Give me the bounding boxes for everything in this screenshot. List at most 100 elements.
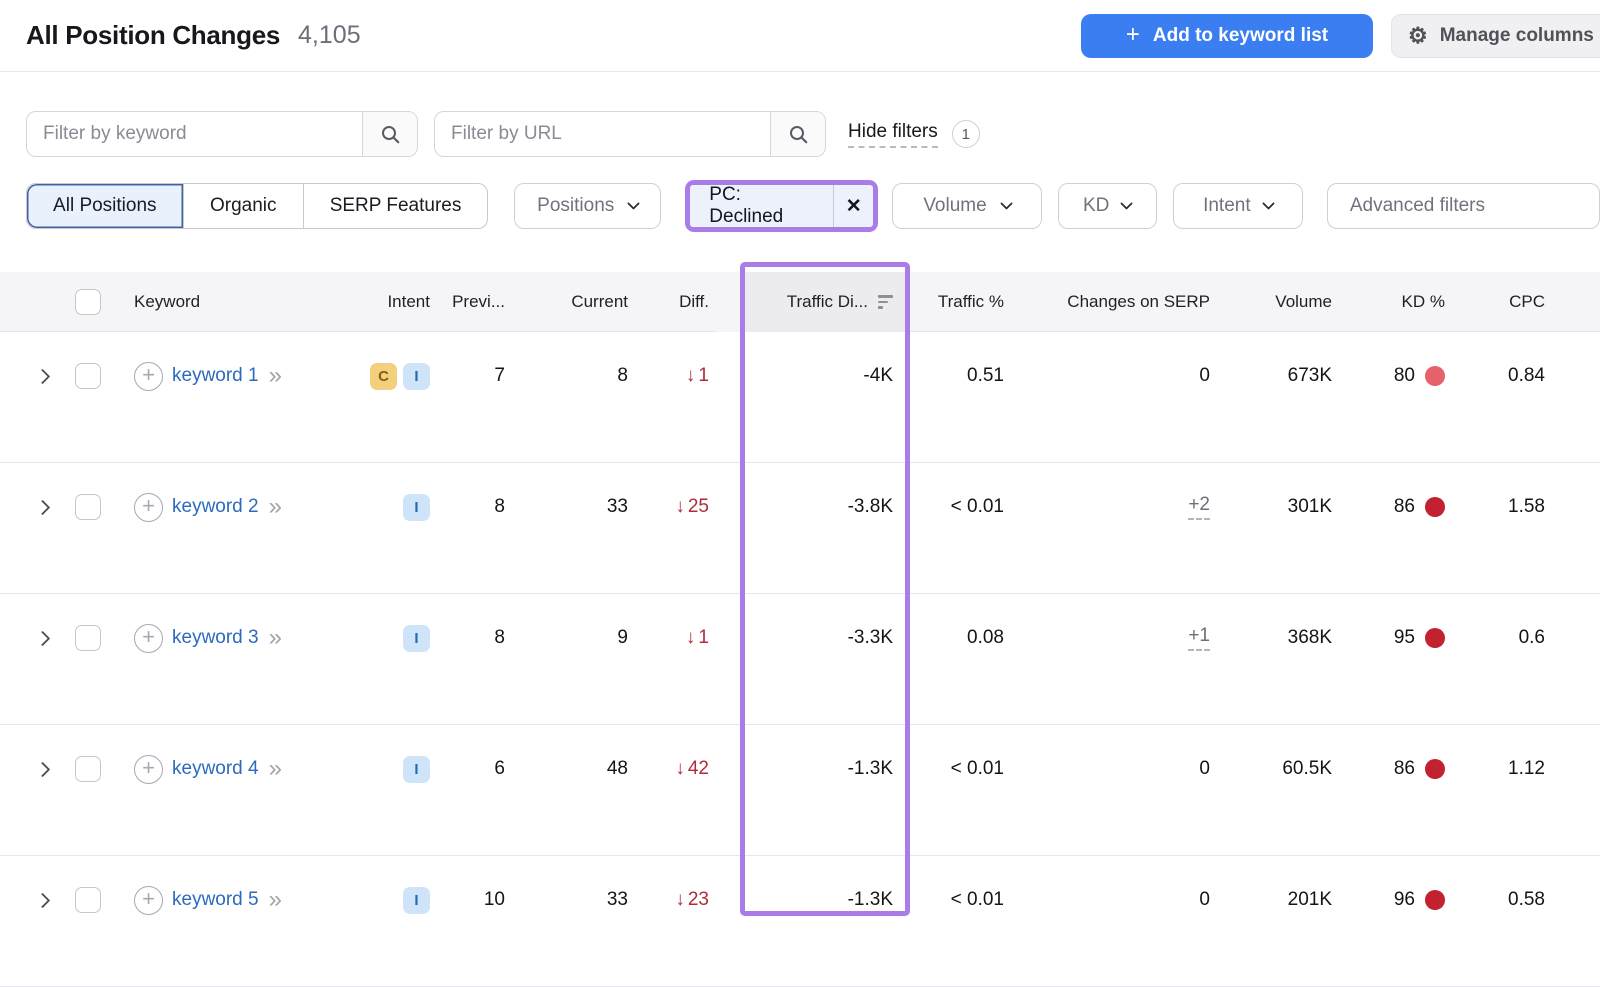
kd-difficulty-dot bbox=[1425, 366, 1445, 386]
traffic-diff-value: -3.8K bbox=[848, 496, 893, 518]
keyword-filter-input[interactable] bbox=[27, 112, 362, 156]
keyword-search-button[interactable] bbox=[362, 112, 417, 156]
top-bar: All Position Changes 4,105 + Add to keyw… bbox=[0, 0, 1600, 72]
add-to-keyword-list-button[interactable]: + Add to keyword list bbox=[1081, 14, 1373, 58]
advanced-filters-label: Advanced filters bbox=[1350, 195, 1485, 217]
add-keyword-icon[interactable]: + bbox=[134, 624, 163, 653]
url-filter-input[interactable] bbox=[435, 112, 770, 156]
current-position: 33 bbox=[607, 496, 628, 518]
open-serp-icon[interactable]: » bbox=[269, 757, 282, 781]
row-checkbox[interactable] bbox=[75, 363, 101, 389]
keyword-link[interactable]: keyword 3 bbox=[172, 627, 259, 649]
column-header-traffic-pct[interactable]: Traffic % bbox=[910, 272, 1010, 332]
table-row: + keyword 5 » I 10 33 ↓23 -1.3K < 0.01 0… bbox=[0, 856, 1600, 987]
open-serp-icon[interactable]: » bbox=[269, 364, 282, 388]
kd-difficulty-dot bbox=[1425, 890, 1445, 910]
column-header-current[interactable]: Current bbox=[510, 272, 640, 332]
position-diff: 1 bbox=[698, 627, 709, 649]
position-diff: 42 bbox=[688, 758, 709, 780]
volume-value: 368K bbox=[1288, 627, 1332, 649]
url-search-button[interactable] bbox=[770, 112, 825, 156]
expand-row-icon[interactable] bbox=[34, 761, 50, 777]
keyword-link[interactable]: keyword 1 bbox=[172, 365, 259, 387]
traffic-pct-value: 0.08 bbox=[967, 627, 1004, 649]
chevron-down-icon bbox=[627, 197, 640, 210]
down-arrow-icon: ↓ bbox=[686, 365, 696, 387]
pc-declined-filter-chip[interactable]: PC: Declined ✕ bbox=[690, 185, 873, 227]
positions-filter-dropdown[interactable]: Positions bbox=[514, 183, 661, 229]
kd-value: 86 bbox=[1394, 496, 1415, 518]
table-row: + keyword 4 » I 6 48 ↓42 -1.3K < 0.01 0 … bbox=[0, 725, 1600, 856]
cpc-value: 1.58 bbox=[1508, 496, 1545, 518]
column-header-keyword[interactable]: Keyword bbox=[110, 272, 360, 332]
column-header-kd[interactable]: KD % bbox=[1340, 272, 1452, 332]
keyword-link[interactable]: keyword 2 bbox=[172, 496, 259, 518]
open-serp-icon[interactable]: » bbox=[269, 626, 282, 650]
column-header-previous[interactable]: Previ... bbox=[440, 272, 510, 332]
position-diff: 1 bbox=[698, 365, 709, 387]
keyword-link[interactable]: keyword 4 bbox=[172, 758, 259, 780]
add-keyword-icon[interactable]: + bbox=[134, 362, 163, 391]
previous-position: 7 bbox=[494, 365, 505, 387]
traffic-diff-value: -1.3K bbox=[848, 758, 893, 780]
hide-filters-link[interactable]: Hide filters bbox=[848, 121, 938, 148]
select-all-checkbox[interactable] bbox=[75, 289, 101, 315]
serp-changes-link[interactable]: +2 bbox=[1188, 494, 1210, 520]
column-header-changes-on-serp[interactable]: Changes on SERP bbox=[1010, 272, 1215, 332]
keyword-link[interactable]: keyword 5 bbox=[172, 889, 259, 911]
expand-row-icon[interactable] bbox=[34, 630, 50, 646]
chevron-down-icon bbox=[1000, 197, 1013, 210]
down-arrow-icon: ↓ bbox=[686, 627, 696, 649]
positions-filter-label: Positions bbox=[537, 195, 614, 217]
tab-organic[interactable]: Organic bbox=[184, 184, 304, 228]
cpc-value: 1.12 bbox=[1508, 758, 1545, 780]
previous-position: 10 bbox=[484, 889, 505, 911]
column-header-intent[interactable]: Intent bbox=[360, 272, 440, 332]
row-checkbox[interactable] bbox=[75, 756, 101, 782]
open-serp-icon[interactable]: » bbox=[269, 495, 282, 519]
traffic-diff-value: -1.3K bbox=[848, 889, 893, 911]
expand-row-icon[interactable] bbox=[34, 368, 50, 384]
advanced-filters-dropdown[interactable]: Advanced filters bbox=[1327, 183, 1600, 229]
intent-filter-dropdown[interactable]: Intent bbox=[1173, 183, 1303, 229]
intent-badge-informational: I bbox=[403, 887, 430, 914]
row-checkbox[interactable] bbox=[75, 887, 101, 913]
table-row: + keyword 3 » I 8 9 ↓1 -3.3K 0.08 +1 368… bbox=[0, 594, 1600, 725]
intent-filter-label: Intent bbox=[1203, 195, 1251, 217]
plus-icon: + bbox=[1126, 21, 1140, 49]
kd-value: 80 bbox=[1394, 365, 1415, 387]
tab-all-positions[interactable]: All Positions bbox=[27, 184, 184, 228]
traffic-pct-value: < 0.01 bbox=[951, 889, 1004, 911]
column-header-diff[interactable]: Diff. bbox=[640, 272, 715, 332]
manage-columns-button[interactable]: ⚙ Manage columns bbox=[1391, 14, 1600, 58]
kd-filter-label: KD bbox=[1083, 195, 1109, 217]
cpc-value: 0.84 bbox=[1508, 365, 1545, 387]
open-serp-icon[interactable]: » bbox=[269, 888, 282, 912]
kd-filter-dropdown[interactable]: KD bbox=[1058, 183, 1157, 229]
add-keyword-icon[interactable]: + bbox=[134, 493, 163, 522]
row-checkbox[interactable] bbox=[75, 494, 101, 520]
expand-row-icon[interactable] bbox=[34, 499, 50, 515]
volume-filter-dropdown[interactable]: Volume bbox=[892, 183, 1041, 229]
search-icon bbox=[788, 124, 809, 145]
close-icon[interactable]: ✕ bbox=[833, 185, 874, 227]
chevron-down-icon bbox=[1262, 197, 1275, 210]
search-icon bbox=[380, 124, 401, 145]
position-diff: 23 bbox=[688, 889, 709, 911]
kd-value: 86 bbox=[1394, 758, 1415, 780]
keyword-filter-group bbox=[26, 111, 418, 157]
column-header-traffic-diff[interactable]: Traffic Di... bbox=[715, 272, 910, 332]
sort-desc-icon bbox=[878, 295, 893, 309]
add-keyword-icon[interactable]: + bbox=[134, 755, 163, 784]
column-header-cpc[interactable]: CPC bbox=[1452, 272, 1560, 332]
serp-changes-link[interactable]: +1 bbox=[1188, 625, 1210, 651]
expand-row-icon[interactable] bbox=[34, 892, 50, 908]
tab-serp-features[interactable]: SERP Features bbox=[304, 184, 487, 228]
cpc-value: 0.58 bbox=[1508, 889, 1545, 911]
add-keyword-icon[interactable]: + bbox=[134, 886, 163, 915]
gear-icon: ⚙ bbox=[1408, 25, 1428, 47]
serp-changes-value: 0 bbox=[1199, 889, 1210, 911]
row-checkbox[interactable] bbox=[75, 625, 101, 651]
column-header-volume[interactable]: Volume bbox=[1215, 272, 1340, 332]
traffic-diff-header-label: Traffic Di... bbox=[787, 292, 868, 312]
